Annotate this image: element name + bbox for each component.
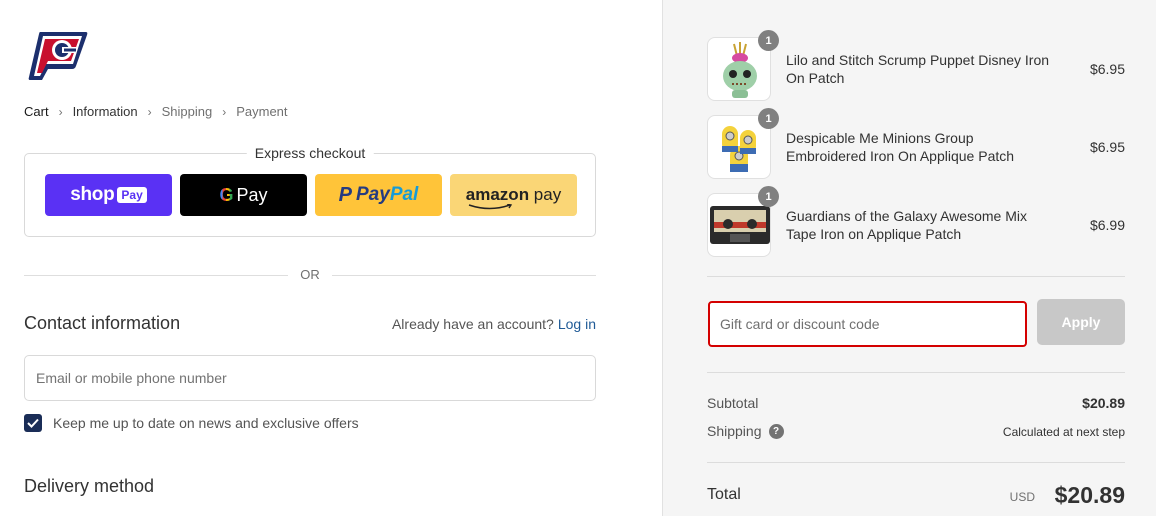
newsletter-label: Keep me up to date on news and exclusive… bbox=[53, 415, 359, 431]
divider bbox=[707, 276, 1125, 277]
login-link[interactable]: Log in bbox=[558, 316, 596, 332]
question-circle-icon[interactable]: ? bbox=[768, 423, 784, 439]
product-price: $6.99 bbox=[1089, 217, 1125, 233]
chevron-right-icon: › bbox=[147, 104, 152, 119]
quantity-badge: 1 bbox=[758, 108, 779, 129]
account-prompt-text: Already have an account? bbox=[391, 316, 554, 332]
amazon-smile-icon bbox=[468, 204, 512, 210]
paypal-button[interactable]: P PayPal bbox=[315, 174, 442, 216]
discount-code-input[interactable] bbox=[708, 301, 1027, 347]
total-value: $20.89 bbox=[1054, 482, 1125, 508]
currency-code: USD bbox=[1009, 490, 1035, 504]
subtotal-value: $20.89 bbox=[1082, 395, 1125, 411]
quantity-badge: 1 bbox=[758, 186, 779, 207]
delivery-method-heading: Delivery method bbox=[24, 476, 155, 496]
contact-information-heading: Contact information bbox=[24, 313, 181, 333]
checkout-main-panel: Cart › Information › Shipping › Payment … bbox=[0, 0, 662, 516]
express-checkout-title: Express checkout bbox=[246, 145, 374, 161]
express-checkout-box: Express checkout shop Pay G Pay P PayPal… bbox=[24, 145, 596, 237]
cart-item: 1 Lilo and Stitch Scrump Puppet Disney I… bbox=[707, 30, 1125, 101]
amazon-pay-wordmark: amazon pay bbox=[466, 185, 561, 210]
google-pay-word: Pay bbox=[236, 184, 268, 205]
breadcrumb-shipping: Shipping bbox=[161, 104, 213, 119]
product-name: Despicable Me Minions Group Embroidered … bbox=[786, 130, 1015, 164]
shop-pay-word: shop bbox=[70, 184, 115, 205]
breadcrumb-cart[interactable]: Cart bbox=[24, 104, 49, 119]
shipping-label-group: Shipping ? bbox=[707, 423, 784, 439]
product-name: Lilo and Stitch Scrump Puppet Disney Iro… bbox=[786, 52, 1050, 86]
paypal-wordmark: PayPal bbox=[356, 184, 419, 205]
quantity-badge: 1 bbox=[758, 30, 779, 51]
shipping-value: Calculated at next step bbox=[1002, 425, 1125, 439]
divider bbox=[707, 372, 1125, 373]
order-summary-panel: 1 Lilo and Stitch Scrump Puppet Disney I… bbox=[662, 0, 1156, 516]
shop-pay-badge: Pay bbox=[117, 187, 147, 203]
total-label: Total bbox=[707, 486, 741, 503]
or-label: OR bbox=[300, 267, 320, 282]
newsletter-checkbox-row[interactable]: Keep me up to date on news and exclusive… bbox=[24, 414, 359, 432]
product-name: Guardians of the Galaxy Awesome Mix Tape… bbox=[786, 208, 1027, 242]
breadcrumb-payment: Payment bbox=[236, 104, 288, 119]
amazon-pay-button[interactable]: amazon pay bbox=[450, 174, 577, 216]
apply-discount-button[interactable]: Apply bbox=[1037, 299, 1125, 345]
check-icon bbox=[27, 418, 39, 428]
cart-item: 1 Guardians of the Galaxy Awesome Mix Ta… bbox=[707, 186, 1125, 257]
divider bbox=[707, 462, 1125, 463]
chevron-right-icon: › bbox=[58, 104, 63, 119]
breadcrumb: Cart › Information › Shipping › Payment bbox=[24, 104, 288, 119]
shop-pay-button[interactable]: shop Pay bbox=[45, 174, 172, 216]
cart-item: 1 Despicable Me Minions Group Embroidere… bbox=[707, 108, 1125, 179]
account-login-prompt: Already have an account? Log in bbox=[392, 316, 596, 332]
google-g-icon: G bbox=[219, 184, 234, 205]
chevron-right-icon: › bbox=[222, 104, 227, 119]
or-divider: OR bbox=[24, 266, 596, 284]
subtotal-label: Subtotal bbox=[707, 395, 759, 411]
brand-logo[interactable] bbox=[26, 28, 90, 84]
breadcrumb-information: Information bbox=[72, 104, 138, 119]
email-field[interactable] bbox=[24, 355, 596, 401]
product-price: $6.95 bbox=[1089, 139, 1125, 155]
total-row: Total USD $20.89 bbox=[707, 482, 1125, 510]
shipping-label: Shipping bbox=[707, 423, 762, 439]
google-pay-button[interactable]: G Pay bbox=[180, 174, 307, 216]
product-price: $6.95 bbox=[1089, 61, 1125, 77]
paypal-icon: P bbox=[338, 183, 352, 206]
newsletter-checkbox[interactable] bbox=[24, 414, 42, 432]
